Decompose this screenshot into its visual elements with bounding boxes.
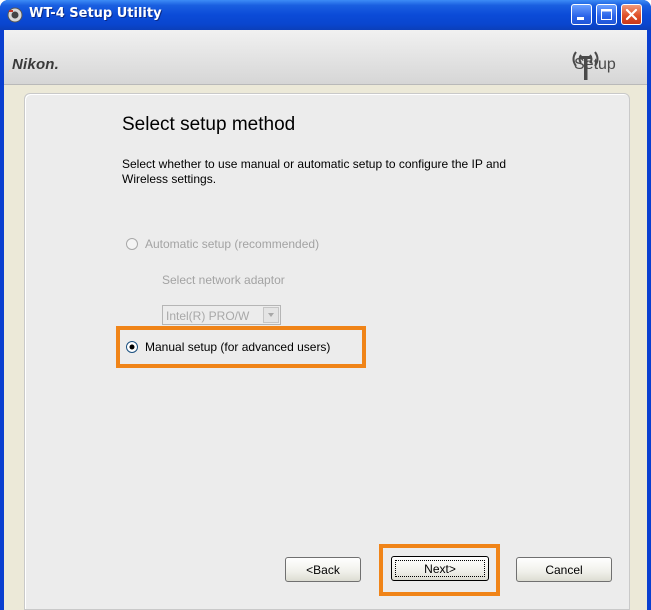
manual-setup-label: Manual setup (for advanced users) bbox=[145, 340, 331, 354]
network-adaptor-label: Select network adaptor bbox=[162, 273, 285, 287]
close-button[interactable] bbox=[621, 4, 642, 25]
next-button[interactable]: Next> bbox=[391, 556, 489, 581]
minimize-button[interactable] bbox=[571, 4, 592, 25]
header-bar: Nikon. Setup bbox=[4, 30, 647, 85]
automatic-setup-label: Automatic setup (recommended) bbox=[145, 237, 320, 251]
back-button[interactable]: <Back bbox=[285, 557, 361, 582]
page-title: Select setup method bbox=[122, 114, 296, 135]
dropdown-arrow[interactable] bbox=[263, 307, 279, 323]
setup-logo-text: Setup bbox=[574, 56, 616, 73]
window-title: WT-4 Setup Utility bbox=[29, 6, 162, 21]
setup-utility-window: WT-4 Setup Utility Nikon. Setup Select s… bbox=[0, 0, 651, 610]
cancel-button[interactable]: Cancel bbox=[516, 557, 612, 582]
close-icon bbox=[625, 8, 638, 21]
minimize-icon bbox=[577, 17, 584, 20]
camera-icon bbox=[7, 7, 23, 23]
nikon-logo: Nikon. bbox=[12, 56, 60, 73]
page-description: Select whether to use manual or automati… bbox=[122, 157, 507, 186]
manual-setup-radio[interactable] bbox=[126, 341, 138, 353]
title-bar[interactable]: WT-4 Setup Utility bbox=[0, 0, 651, 30]
window-client-area: Nikon. Setup bbox=[4, 30, 647, 610]
network-adaptor-select[interactable]: Intel(R) PRO/W bbox=[162, 305, 281, 325]
maximize-button[interactable] bbox=[596, 4, 617, 25]
back-button-label: <Back bbox=[306, 562, 340, 577]
automatic-setup-radio[interactable] bbox=[126, 238, 138, 250]
network-adaptor-value: Intel(R) PRO/W bbox=[166, 309, 250, 323]
cancel-button-label: Cancel bbox=[545, 562, 583, 577]
maximize-icon bbox=[601, 9, 612, 20]
next-button-label: Next> bbox=[424, 561, 456, 576]
chevron-down-icon bbox=[268, 313, 274, 317]
